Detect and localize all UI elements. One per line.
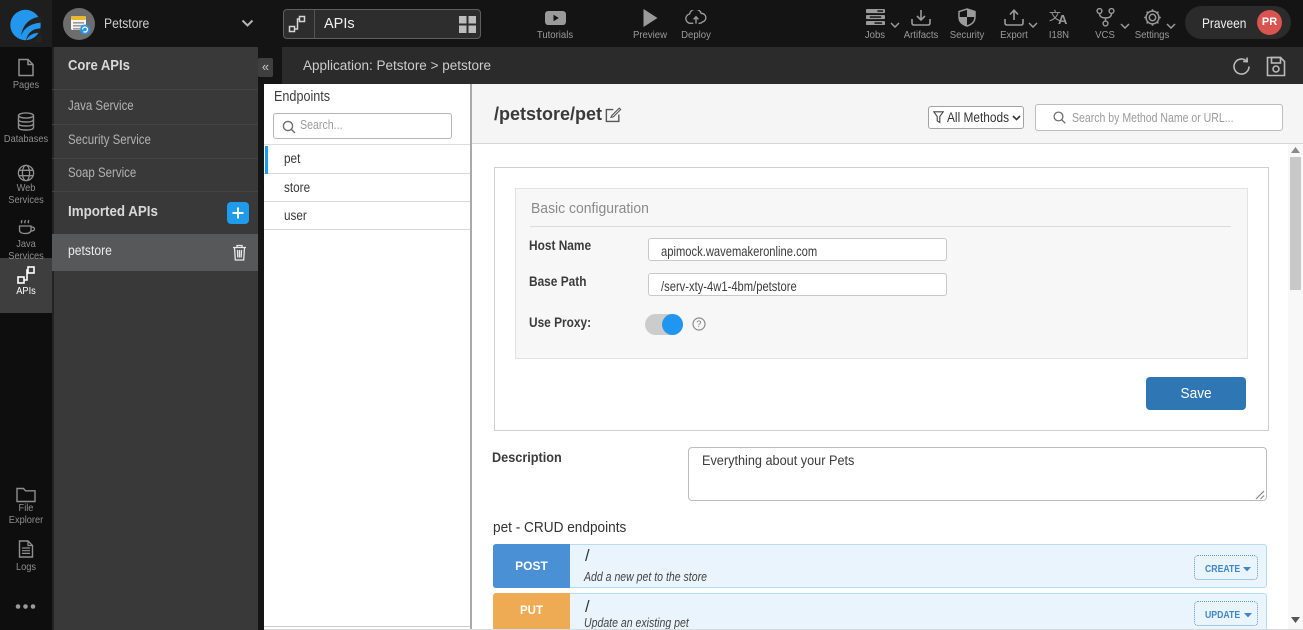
svg-text:?: ? bbox=[696, 319, 701, 329]
svg-text:A: A bbox=[1058, 12, 1068, 25]
